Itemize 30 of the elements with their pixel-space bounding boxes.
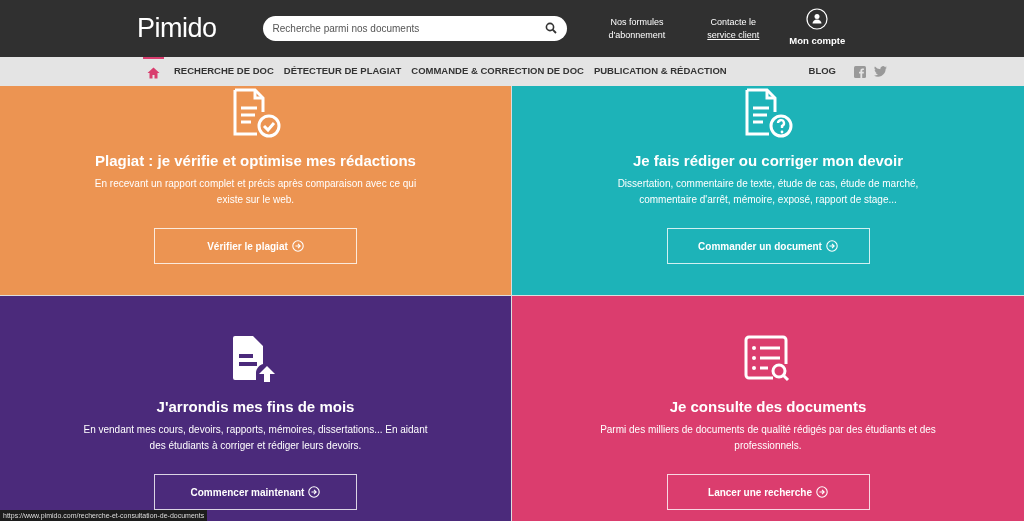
account-icon [806,8,829,31]
nav-tab[interactable]: DÉTECTEUR DE PLAGIAT [283,64,402,79]
home-icon [147,67,160,80]
nav-tab[interactable]: PUBLICATION & RÉDACTION [593,64,727,79]
panel-title: Je consulte des documents [669,398,867,416]
twitter-icon[interactable] [874,66,887,77]
panel-description: En vendant mes cours, devoirs, rapports, mémoires, dissertations... En aidant des étudiants à corriger et rédiger leurs devoirs. [83,423,428,453]
logo[interactable]: Pimido [137,8,217,49]
account-link[interactable]: Mon compte [789,34,846,49]
search-field[interactable]: Recherche parmi nos documents [262,16,567,41]
panel-description: Dissertation, commentaire de texte, étude de cas, étude de marché, commentaire d'arrêt, mémoire, exposé, rapport de stage... [616,177,920,207]
panel-title: Je fais rédiger ou corriger mon devoir [632,152,904,170]
nav-tab[interactable]: RECHERCHE DE DOC [174,64,274,79]
nav-tab[interactable]: COMMANDE & CORRECTION DE DOC [411,64,584,79]
panel-title: J'arrondis mes fins de mois [156,398,355,416]
header-link[interactable]: Nos formules d'abonnement [608,15,666,42]
panel-button[interactable]: Lancer une recherche [666,474,870,510]
arrow-circle-icon [291,240,304,252]
panel-title: Plagiat : je vérifie et optimise mes rédactions [95,152,416,170]
arrow-circle-icon [825,240,838,252]
panel-button[interactable]: Commencer maintenant [154,474,357,510]
document-question-icon [743,88,793,138]
panel-description: Parmi des milliers de documents de qualité rédigés par des étudiants et des professionnels. [599,423,937,453]
arrow-circle-icon [815,486,828,498]
facebook-icon[interactable] [854,65,866,78]
arrow-circle-icon [308,486,321,498]
blog-link[interactable]: BLOG [808,64,836,79]
panel-description: En recevant un rapport complet et précis après comparaison avec ce qui existe sur le web. [93,177,418,207]
header-link[interactable]: Contacte le service client [707,15,760,42]
search-icon[interactable] [544,22,557,34]
